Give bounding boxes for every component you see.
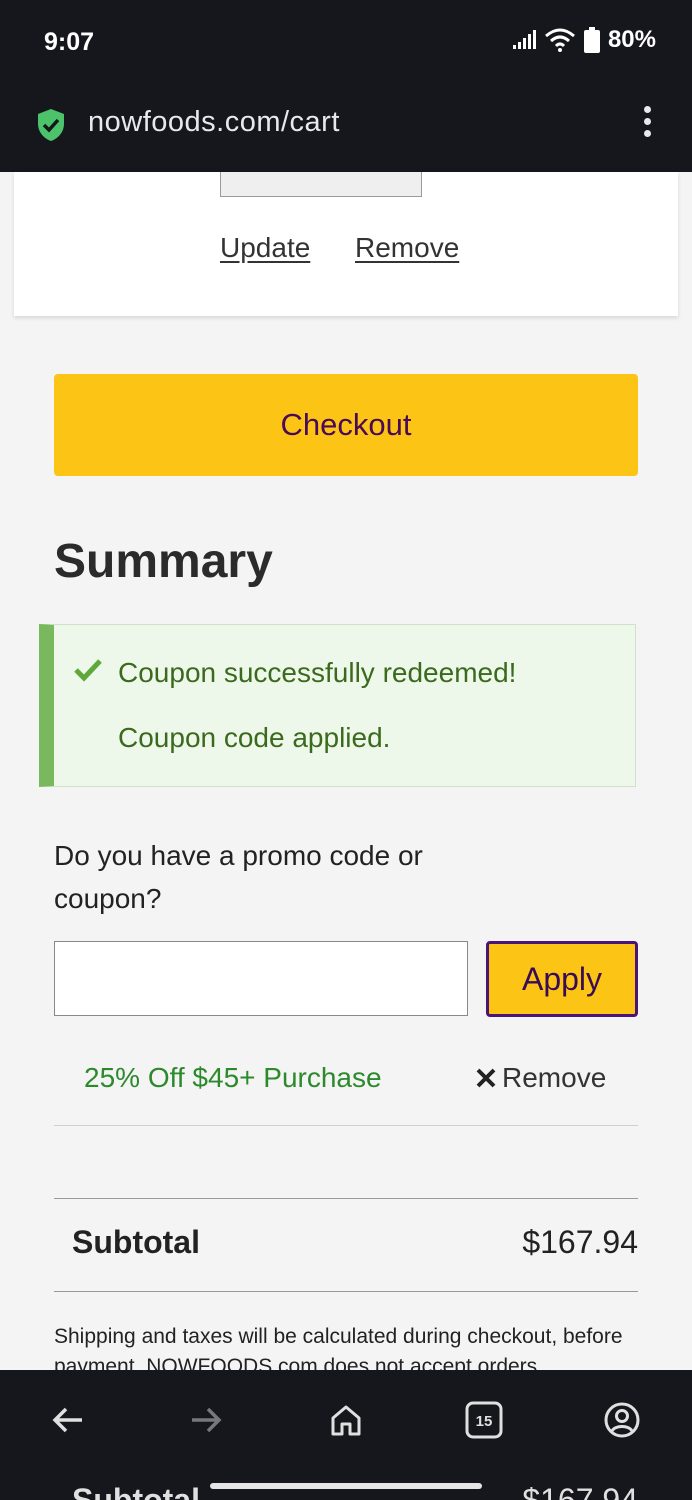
- signal-icon: [512, 30, 536, 49]
- promo-question: Do you have a promo code or coupon?: [54, 840, 423, 914]
- status-bar: 9:07 80%: [0, 0, 692, 88]
- notice-detail: Coupon code applied.: [118, 722, 391, 753]
- notice-message: Coupon successfully redeemed!: [118, 657, 517, 688]
- apply-button[interactable]: Apply: [486, 941, 638, 1017]
- battery-percent: 80%: [607, 26, 656, 53]
- more-menu-icon[interactable]: [640, 106, 654, 140]
- subtotal-label: Subtotal: [72, 1224, 200, 1260]
- battery-icon: [583, 27, 600, 53]
- coupon-success-notice: Coupon successfully redeemed! Coupon cod…: [39, 624, 636, 787]
- sticky-subtotal-peek: Subtotal $167.94: [0, 1478, 692, 1500]
- remove-coupon-label: Remove: [502, 1062, 607, 1093]
- back-arrow-icon: [52, 1407, 82, 1433]
- forward-button[interactable]: [186, 1400, 226, 1440]
- divider: [54, 1291, 638, 1292]
- remove-coupon-button[interactable]: Remove: [476, 1062, 606, 1094]
- forward-arrow-icon: [192, 1407, 222, 1433]
- home-indicator[interactable]: [210, 1483, 482, 1489]
- remove-item-link[interactable]: Remove: [355, 232, 459, 264]
- subtotal-value: $167.94: [522, 1224, 638, 1260]
- account-button[interactable]: [602, 1400, 642, 1440]
- update-link[interactable]: Update: [220, 232, 310, 264]
- home-button[interactable]: [326, 1400, 366, 1440]
- wifi-icon: [544, 28, 575, 52]
- status-time: 9:07: [44, 28, 95, 56]
- tabs-icon: 15: [465, 1401, 503, 1439]
- account-icon: [604, 1402, 640, 1438]
- promo-code-input[interactable]: [54, 941, 468, 1016]
- url-text[interactable]: nowfoods.com/cart: [88, 106, 340, 139]
- divider: [54, 1198, 638, 1199]
- checkmark-icon: [74, 659, 102, 682]
- tabs-button[interactable]: 15: [464, 1400, 504, 1440]
- divider: [54, 1125, 638, 1126]
- status-icons: 80%: [512, 26, 656, 54]
- sticky-subtotal-label: Subtotal: [72, 1482, 200, 1500]
- browser-url-bar: nowfoods.com/cart: [0, 88, 692, 172]
- shield-check-icon[interactable]: [36, 108, 66, 142]
- back-button[interactable]: [48, 1400, 88, 1440]
- quantity-input[interactable]: [220, 172, 422, 197]
- home-icon: [331, 1405, 361, 1436]
- summary-title: Summary: [54, 535, 273, 588]
- cart-item-card: Update Remove: [14, 172, 678, 316]
- applied-coupon-label: 25% Off $45+ Purchase: [84, 1062, 382, 1093]
- tab-count: 15: [476, 1413, 493, 1430]
- sticky-subtotal-value: $167.94: [522, 1482, 638, 1500]
- close-icon: [476, 1068, 496, 1088]
- checkout-button[interactable]: Checkout: [54, 374, 638, 476]
